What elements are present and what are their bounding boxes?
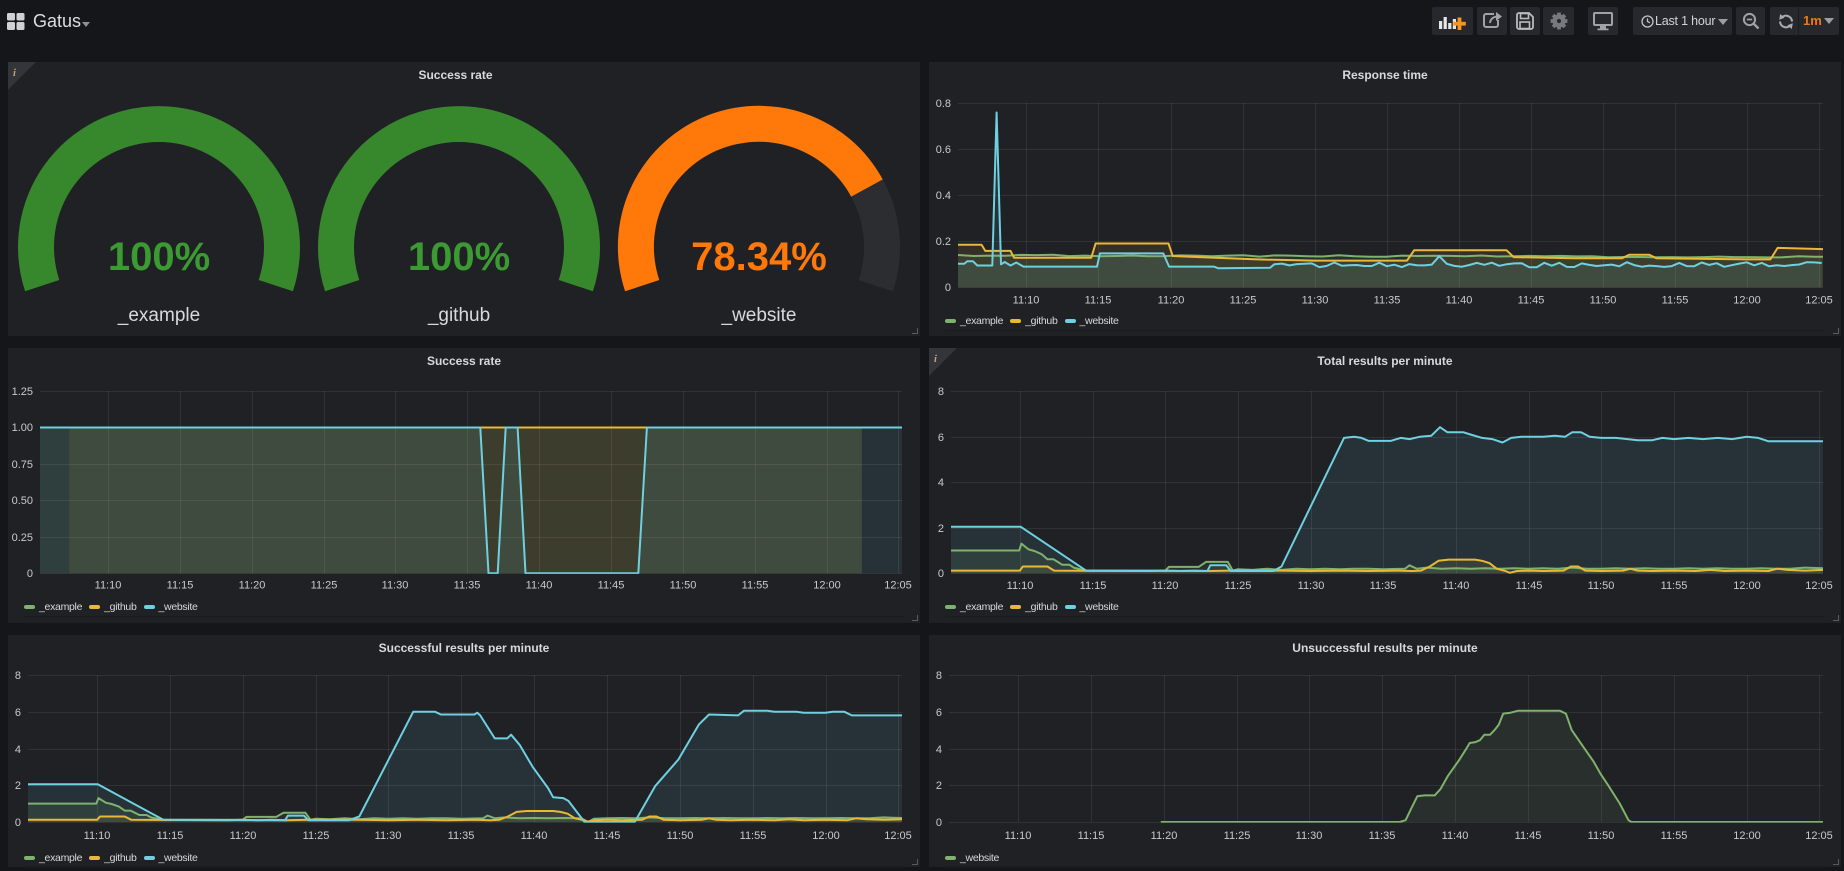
svg-text:6: 6 <box>936 707 942 719</box>
svg-text:_example: _example <box>117 305 200 326</box>
svg-text:11:45: 11:45 <box>1515 830 1542 842</box>
svg-text:11:50: 11:50 <box>1588 580 1615 592</box>
svg-text:11:35: 11:35 <box>1374 295 1401 307</box>
svg-text:0.50: 0.50 <box>12 495 33 507</box>
svg-text:11:25: 11:25 <box>1225 580 1252 592</box>
svg-text:11:35: 11:35 <box>454 580 481 592</box>
svg-text:12:05: 12:05 <box>1805 295 1833 307</box>
svg-text:11:55: 11:55 <box>1662 295 1689 307</box>
svg-text:1.25: 1.25 <box>12 386 33 398</box>
svg-text:6: 6 <box>938 432 944 444</box>
svg-text:11:10: 11:10 <box>84 830 111 842</box>
svg-text:11:50: 11:50 <box>1588 830 1615 842</box>
svg-text:0: 0 <box>938 568 944 580</box>
svg-text:2: 2 <box>15 780 21 792</box>
svg-text:11:40: 11:40 <box>521 830 548 842</box>
svg-text:11:30: 11:30 <box>1302 295 1329 307</box>
svg-text:11:55: 11:55 <box>740 830 767 842</box>
svg-text:0.75: 0.75 <box>12 459 33 471</box>
svg-text:11:30: 11:30 <box>375 830 402 842</box>
svg-text:4: 4 <box>15 744 21 756</box>
svg-text:11:15: 11:15 <box>167 580 194 592</box>
svg-text:4: 4 <box>936 744 942 756</box>
svg-text:11:45: 11:45 <box>598 580 625 592</box>
svg-text:100%: 100% <box>108 235 210 279</box>
svg-text:11:10: 11:10 <box>1007 580 1034 592</box>
svg-text:11:25: 11:25 <box>1224 830 1251 842</box>
svg-text:11:20: 11:20 <box>239 580 266 592</box>
svg-text:11:55: 11:55 <box>1661 830 1688 842</box>
svg-text:12:05: 12:05 <box>1805 580 1833 592</box>
svg-text:11:55: 11:55 <box>742 580 769 592</box>
svg-text:11:20: 11:20 <box>230 830 257 842</box>
svg-text:11:25: 11:25 <box>303 830 330 842</box>
svg-text:0.25: 0.25 <box>12 532 33 544</box>
svg-text:11:20: 11:20 <box>1151 830 1178 842</box>
svg-text:11:55: 11:55 <box>1661 580 1688 592</box>
svg-text:0.2: 0.2 <box>936 236 951 248</box>
svg-text:12:00: 12:00 <box>1733 295 1761 307</box>
svg-text:0: 0 <box>27 568 33 580</box>
svg-text:11:50: 11:50 <box>670 580 697 592</box>
svg-text:11:35: 11:35 <box>1370 580 1397 592</box>
svg-text:11:10: 11:10 <box>1013 295 1040 307</box>
svg-text:11:40: 11:40 <box>1443 580 1470 592</box>
svg-text:11:15: 11:15 <box>1085 295 1112 307</box>
svg-text:11:45: 11:45 <box>1516 580 1543 592</box>
svg-text:8: 8 <box>936 670 942 682</box>
svg-text:11:30: 11:30 <box>382 580 409 592</box>
svg-text:11:45: 11:45 <box>1518 295 1545 307</box>
svg-text:0.8: 0.8 <box>936 98 951 110</box>
svg-text:12:00: 12:00 <box>812 830 840 842</box>
svg-text:2: 2 <box>938 523 944 535</box>
svg-text:_website: _website <box>721 305 797 326</box>
svg-text:0.6: 0.6 <box>936 144 951 156</box>
svg-text:12:05: 12:05 <box>884 580 912 592</box>
svg-text:11:45: 11:45 <box>594 830 621 842</box>
svg-text:11:40: 11:40 <box>1442 830 1469 842</box>
svg-text:11:15: 11:15 <box>1078 830 1105 842</box>
svg-text:12:00: 12:00 <box>1733 830 1761 842</box>
svg-text:11:30: 11:30 <box>1298 580 1325 592</box>
svg-text:i: i <box>13 68 16 79</box>
svg-text:8: 8 <box>938 386 944 398</box>
svg-text:4: 4 <box>938 477 944 489</box>
svg-text:11:50: 11:50 <box>667 830 694 842</box>
svg-text:11:20: 11:20 <box>1152 580 1179 592</box>
svg-text:11:50: 11:50 <box>1590 295 1617 307</box>
svg-text:0: 0 <box>15 817 21 829</box>
svg-text:_github: _github <box>427 305 490 326</box>
svg-text:11:40: 11:40 <box>526 580 553 592</box>
svg-text:12:00: 12:00 <box>813 580 841 592</box>
svg-text:11:15: 11:15 <box>157 830 184 842</box>
svg-text:i: i <box>934 354 937 365</box>
svg-text:11:25: 11:25 <box>1230 295 1257 307</box>
svg-text:6: 6 <box>15 707 21 719</box>
svg-text:11:35: 11:35 <box>1369 830 1396 842</box>
svg-text:11:20: 11:20 <box>1158 295 1185 307</box>
svg-text:11:35: 11:35 <box>448 830 475 842</box>
svg-text:12:05: 12:05 <box>884 830 912 842</box>
svg-text:12:05: 12:05 <box>1805 830 1833 842</box>
svg-text:0.4: 0.4 <box>936 190 951 202</box>
svg-text:12:00: 12:00 <box>1733 580 1761 592</box>
svg-text:2: 2 <box>936 780 942 792</box>
svg-text:11:25: 11:25 <box>311 580 338 592</box>
svg-text:11:15: 11:15 <box>1080 580 1107 592</box>
svg-text:1.00: 1.00 <box>12 422 33 434</box>
svg-text:0: 0 <box>945 282 951 294</box>
svg-text:8: 8 <box>15 670 21 682</box>
svg-text:0: 0 <box>936 817 942 829</box>
svg-text:11:40: 11:40 <box>1446 295 1473 307</box>
svg-text:11:10: 11:10 <box>95 580 122 592</box>
svg-text:78.34%: 78.34% <box>691 235 827 279</box>
svg-text:100%: 100% <box>408 235 510 279</box>
svg-text:11:30: 11:30 <box>1296 830 1323 842</box>
svg-text:11:10: 11:10 <box>1005 830 1032 842</box>
